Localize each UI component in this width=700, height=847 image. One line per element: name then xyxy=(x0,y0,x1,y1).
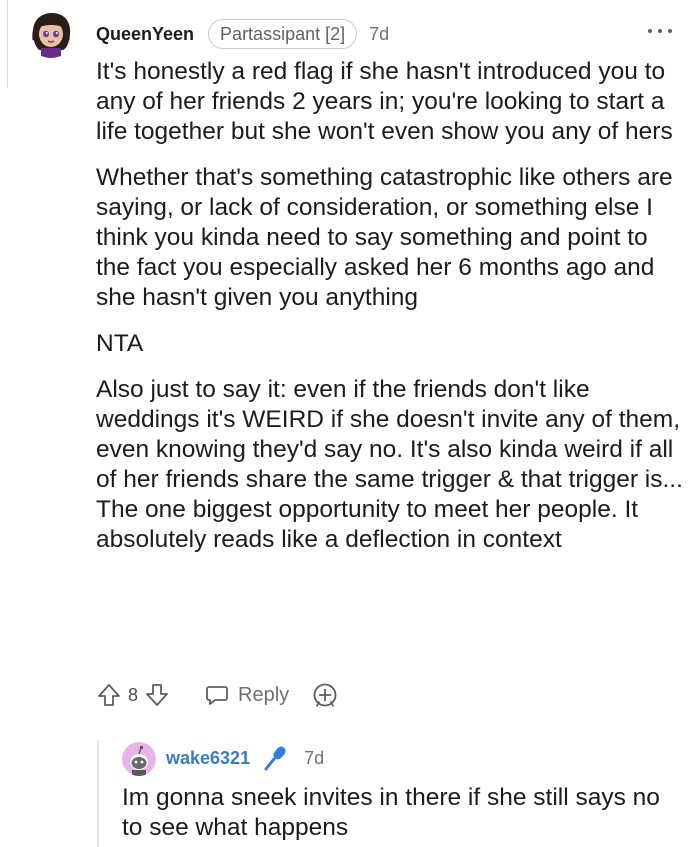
comment-username[interactable]: QueenYeen xyxy=(96,24,194,45)
more-options-icon[interactable] xyxy=(648,24,672,38)
reply-label: Reply xyxy=(238,683,290,706)
reply-timestamp: 7d xyxy=(304,747,325,768)
downvote-icon[interactable] xyxy=(144,682,170,708)
user-avatar-icon[interactable] xyxy=(27,10,75,58)
reply-icon xyxy=(206,686,228,705)
comment-paragraph: Whether that's something catastrophic li… xyxy=(96,164,673,311)
comment-header: QueenYeen Partassipant [2] 7d xyxy=(96,19,390,49)
comment-timestamp: 7d xyxy=(369,23,390,44)
upvote-icon[interactable] xyxy=(96,682,122,708)
user-flair: Partassipant [2] xyxy=(208,19,358,49)
vote-score: 8 xyxy=(128,684,139,705)
award-icon[interactable] xyxy=(311,681,339,709)
reply-body: Im gonna sneek invites in there if she s… xyxy=(122,784,660,841)
comment-paragraph: Also just to say it: even if the friends… xyxy=(96,376,683,553)
microphone-icon xyxy=(264,746,286,771)
comment-paragraph: It's honestly a red flag if she hasn't i… xyxy=(96,58,673,145)
comment-body: It's honestly a red flag if she hasn't i… xyxy=(96,57,686,571)
reply-button[interactable]: Reply xyxy=(204,682,289,708)
comment-actions: 8 Reply xyxy=(96,678,339,712)
reply-username[interactable]: wake6321 xyxy=(166,748,250,769)
reply-thread-line[interactable] xyxy=(97,740,99,847)
comment-paragraph: NTA xyxy=(96,330,144,357)
reply-header: wake6321 7d xyxy=(166,745,324,771)
reply-avatar-icon[interactable] xyxy=(122,742,156,776)
parent-thread-line[interactable] xyxy=(7,0,8,88)
